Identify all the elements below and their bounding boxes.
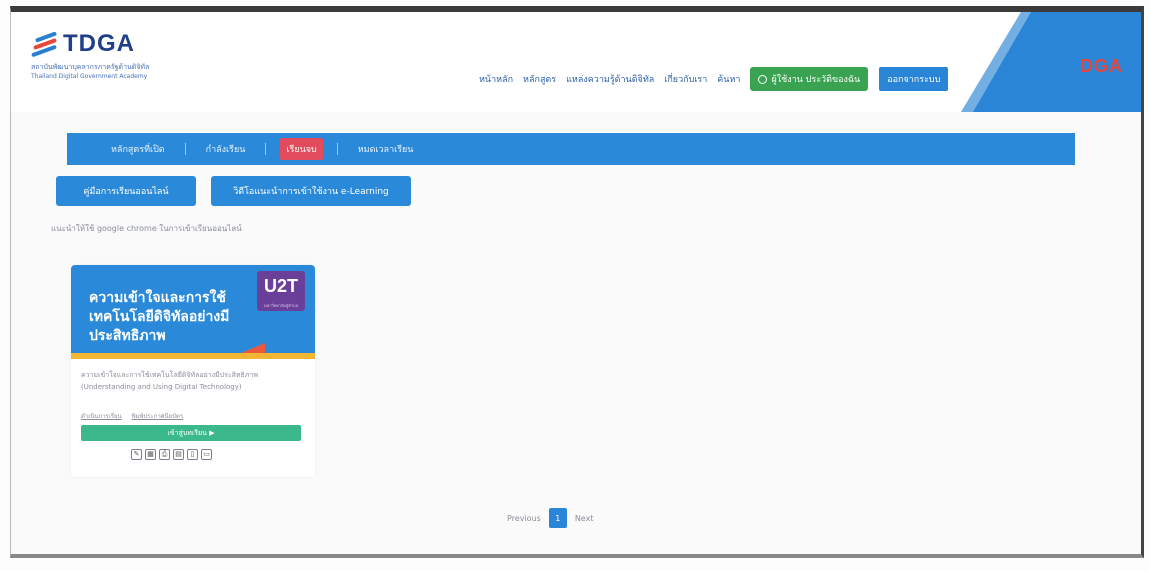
banner-stripe (71, 353, 315, 359)
u2t-badge-logo: U2T มหาวิทยาลัยสู่ตำบล (257, 271, 305, 311)
online-manual-button[interactable]: คู่มือการเรียนออนไลน์ (56, 176, 196, 206)
course-progress-link[interactable]: ดำเนินการเรียน (81, 413, 122, 420)
course-meta-links: ดำเนินการเรียน พิมพ์ประกาศนียบัตร (81, 411, 191, 421)
logo-subtitle-thai: สถาบันพัฒนาบุคลากรภาครัฐด้านดิจิทัล (31, 63, 150, 71)
course-description: ความเข้าใจและการใช้เทคโนโลยีดิจิทัลอย่าง… (81, 369, 307, 393)
logo-subtitle-english: Thailand Digital Government Academy (31, 73, 148, 80)
browser-frame: TDGA สถาบันพัฒนาบุคลากรภาครัฐด้านดิจิทัล… (10, 6, 1144, 558)
tab-divider (336, 143, 338, 155)
logout-button[interactable]: ออกจากระบบ (878, 66, 950, 92)
course-title-thai: ความเข้าใจและการใช้เทคโนโลยีดิจิทัลอย่าง… (81, 371, 258, 379)
main-nav: หน้าหลัก หลักสูตร แหล่งความรู้ด้านดิจิทั… (479, 66, 950, 92)
enter-lesson-button[interactable]: เข้าสู่บทเรียน ▶ (81, 425, 301, 441)
course-card[interactable]: ความเข้าใจและการใช้เทคโนโลยีดิจิทัลอย่าง… (71, 265, 315, 477)
course-title-english: (Understanding and Using Digital Technol… (81, 383, 242, 391)
site-header: TDGA สถาบันพัฒนาบุคลากรภาครัฐด้านดิจิทัล… (11, 12, 1141, 112)
print-certificate-link[interactable]: พิมพ์ประกาศนียบัตร (132, 413, 183, 420)
course-banner[interactable]: ความเข้าใจและการใช้เทคโนโลยีดิจิทัลอย่าง… (71, 265, 315, 359)
elearning-video-button[interactable]: วิดีโอแนะนำการเข้าใช้งาน e-Learning (211, 176, 411, 206)
user-icon (758, 74, 768, 84)
nav-item-about[interactable]: เกี่ยวกับเรา (664, 72, 707, 86)
course-status-tabs: หลักสูตรที่เปิด กำลังเรียน เรียนจบ หมดเว… (67, 133, 1075, 165)
banner-accent (241, 343, 265, 353)
pagination: Previous 1 Next (507, 508, 593, 528)
course-action-icons: ✎ ▦ ⎙ ▤ ▯ ▭ (131, 449, 212, 460)
pagination-next[interactable]: Next (575, 514, 594, 523)
clipboard-icon[interactable]: ▯ (187, 449, 198, 460)
calendar-icon[interactable]: ▦ (145, 449, 156, 460)
browser-recommendation-note: แนะนำให้ใช้ google chrome ในการเข้าเรียน… (51, 224, 242, 233)
dga-logo: DGA (1080, 56, 1123, 76)
logo-wordmark: TDGA (63, 30, 135, 57)
tab-completed[interactable]: เรียนจบ (280, 138, 323, 160)
tab-divider (265, 143, 267, 155)
tdga-logo[interactable]: TDGA สถาบันพัฒนาบุคลากรภาครัฐด้านดิจิทัล… (31, 30, 149, 80)
nav-item-search[interactable]: ค้นหา (717, 72, 740, 86)
chat-icon[interactable]: ▭ (201, 449, 212, 460)
tab-in-progress[interactable]: กำลังเรียน (200, 138, 252, 160)
tab-divider (184, 143, 186, 155)
nav-item-knowledge[interactable]: แหล่งความรู้ด้านดิจิทัล (566, 72, 654, 86)
course-banner-title: ความเข้าใจและการใช้เทคโนโลยีดิจิทัลอย่าง… (89, 290, 230, 344)
user-profile-label: ผู้ใช้งาน ประวัติของฉัน (771, 75, 861, 85)
tdga-logo-icon (31, 31, 59, 58)
nav-item-home[interactable]: หน้าหลัก (479, 72, 513, 86)
nav-item-courses[interactable]: หลักสูตร (523, 72, 556, 86)
pagination-page-1[interactable]: 1 (548, 508, 567, 528)
tab-expired[interactable]: หมดเวลาเรียน (352, 138, 420, 160)
document-icon[interactable]: ▤ (173, 449, 184, 460)
print-icon[interactable]: ⎙ (159, 449, 170, 460)
edit-icon[interactable]: ✎ (131, 449, 142, 460)
user-profile-button[interactable]: ผู้ใช้งาน ประวัติของฉัน (750, 67, 869, 91)
pagination-previous[interactable]: Previous (507, 514, 541, 523)
tab-open-courses[interactable]: หลักสูตรที่เปิด (105, 138, 171, 160)
